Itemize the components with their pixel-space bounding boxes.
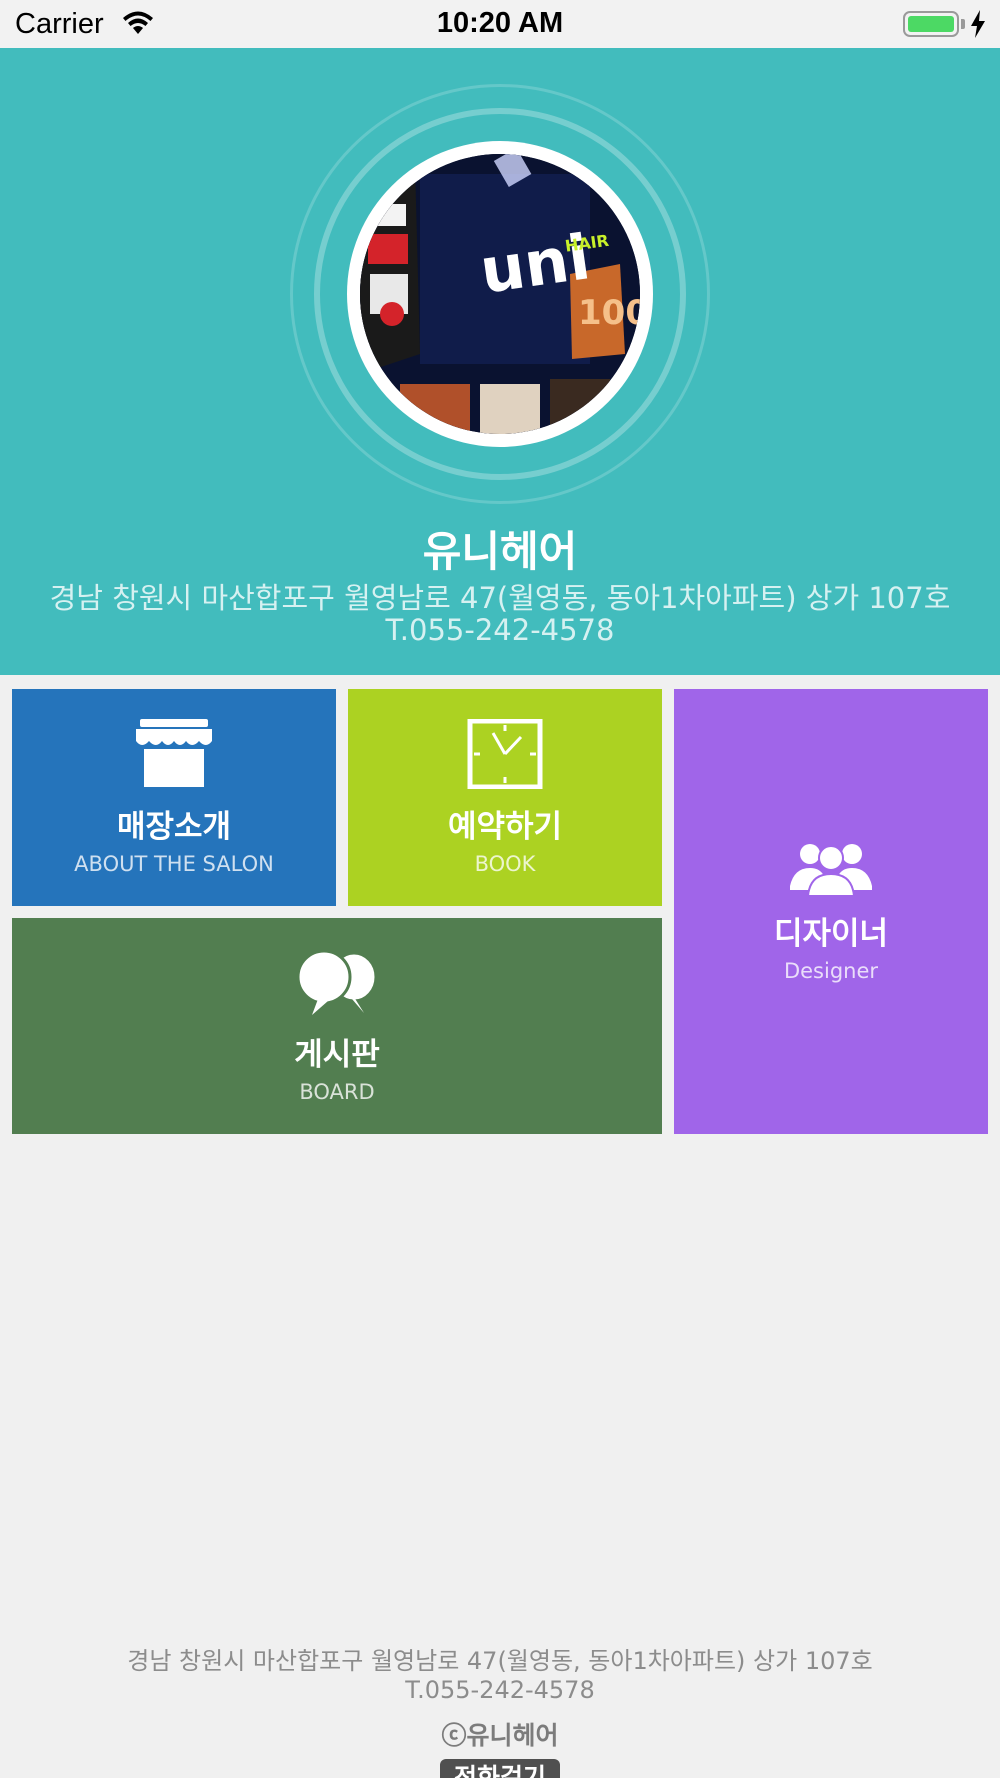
clock-icon (465, 718, 545, 793)
call-button[interactable]: 전화걸기 (440, 1759, 560, 1778)
board-tile-title: 게시판 (294, 1036, 380, 1073)
salon-address: 경남 창원시 마산합포구 월영남로 47(월영동, 동아1차아파트) 상가 10… (49, 581, 951, 615)
about-tile-subtitle: ABOUT THE SALON (74, 852, 274, 876)
salon-phone: T.055-242-4578 (385, 613, 615, 647)
board-tile-subtitle: BOARD (299, 1079, 375, 1104)
battery-icon (903, 11, 959, 37)
photo-sign-text: uni (476, 220, 595, 308)
status-bar: Carrier 10:20 AM (0, 0, 1000, 48)
about-salon-tile[interactable]: 매장소개 ABOUT THE SALON (12, 689, 336, 906)
designer-tile[interactable]: 디자이너 Designer (674, 689, 988, 1134)
designer-tile-subtitle: Designer (783, 959, 879, 983)
board-tile[interactable]: 게시판 BOARD (12, 918, 662, 1134)
store-icon (134, 719, 214, 793)
salon-header: 100 uni HAIR 유니헤어 경남 창원시 마산합포구 월영남로 47(월… (0, 48, 1000, 675)
about-tile-title: 매장소개 (116, 809, 232, 845)
charging-bolt-icon (970, 10, 986, 43)
chat-bubbles-icon (296, 949, 378, 1021)
photo-number-text: 100 (578, 293, 640, 333)
salon-photo-avatar: 100 uni HAIR (347, 141, 653, 447)
salon-name: 유니헤어 (422, 527, 578, 576)
book-tile[interactable]: 예약하기 BOOK (348, 689, 662, 906)
book-tile-title: 예약하기 (447, 809, 563, 845)
status-time: 10:20 AM (436, 7, 564, 39)
footer-address: 경남 창원시 마산합포구 월영남로 47(월영동, 동아1차아파트) 상가 10… (127, 1647, 873, 1675)
footer-copyright: ⓒ유니헤어 (441, 1721, 559, 1750)
people-icon (790, 840, 872, 900)
battery-tip (961, 19, 965, 29)
designer-tile-title: 디자이너 (773, 916, 889, 952)
book-tile-subtitle: BOOK (474, 852, 536, 876)
salon-storefront-photo: 100 uni HAIR (360, 154, 640, 434)
footer-phone: T.055-242-4578 (405, 1676, 595, 1704)
